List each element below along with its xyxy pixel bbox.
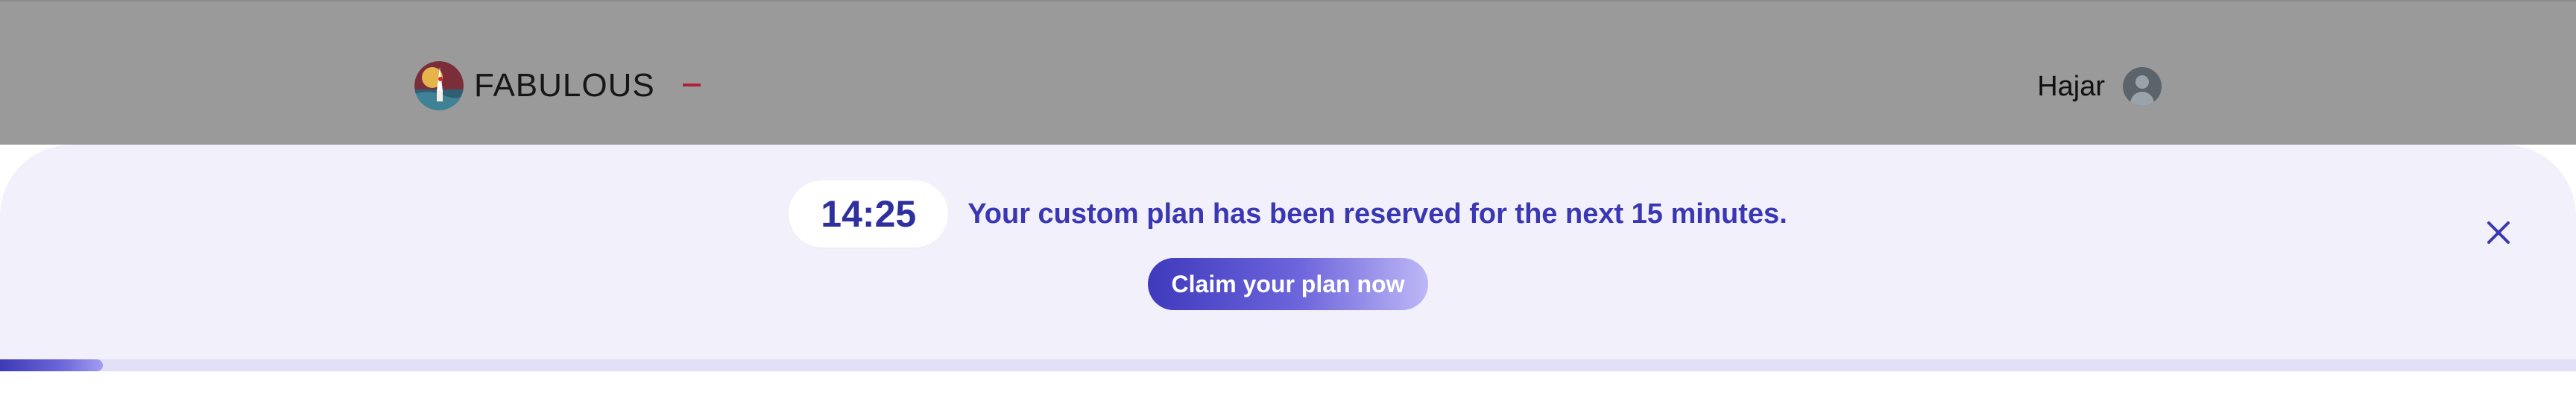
claim-plan-button[interactable]: Claim your plan now <box>1148 258 1428 310</box>
countdown-timer: 14:25 <box>789 180 949 248</box>
brand-underline-accent <box>683 84 701 86</box>
plan-reserved-banner: 14:25 Your custom plan has been reserved… <box>0 145 2576 370</box>
brand[interactable]: FABULOUS <box>414 61 701 110</box>
top-navigation-bar: FABULOUS Hajar <box>0 0 2576 145</box>
user-menu[interactable]: Hajar <box>2037 67 2162 106</box>
page: FABULOUS Hajar 14:25 Your custom plan ha… <box>0 0 2576 419</box>
fabulous-logo-icon <box>414 61 464 110</box>
countdown-progress-fill <box>0 359 104 371</box>
brand-name: FABULOUS <box>474 67 655 104</box>
close-icon[interactable] <box>2484 218 2513 248</box>
banner-message: Your custom plan has been reserved for t… <box>967 198 1787 230</box>
user-avatar-icon[interactable] <box>2123 67 2162 106</box>
banner-message-row: 14:25 Your custom plan has been reserved… <box>0 180 2576 248</box>
avatar-head-shape <box>2135 75 2149 89</box>
user-name: Hajar <box>2037 70 2105 102</box>
avatar-body-shape <box>2130 92 2154 106</box>
countdown-progress-track <box>0 359 2576 371</box>
